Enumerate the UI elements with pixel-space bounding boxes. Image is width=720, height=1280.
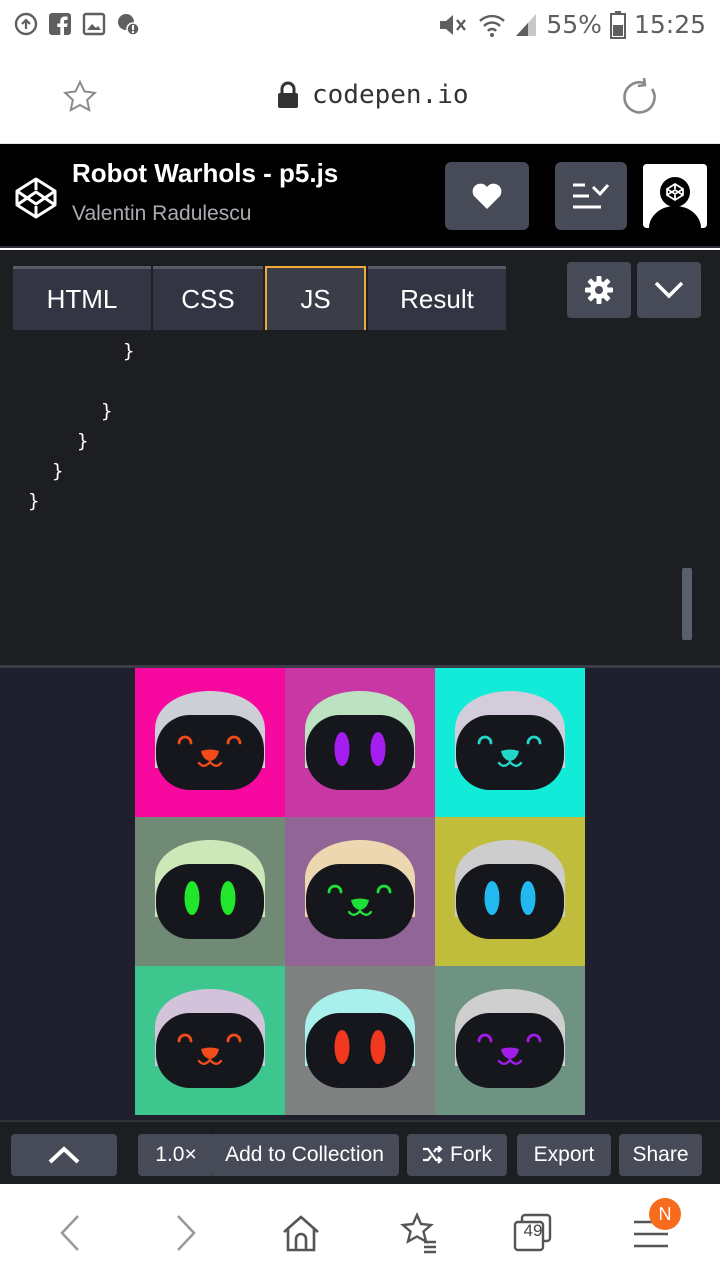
like-button[interactable]	[445, 162, 529, 230]
browser-url-bar: codepen.io	[0, 52, 720, 144]
share-button[interactable]: Share	[619, 1134, 702, 1176]
robot-face	[155, 840, 265, 939]
robot-face	[155, 691, 265, 790]
robot-cell	[435, 817, 585, 966]
status-icons-left	[14, 12, 140, 36]
alert-icon	[118, 14, 140, 36]
reload-icon[interactable]	[620, 77, 660, 117]
codepen-logo-icon[interactable]	[14, 176, 58, 220]
console-toggle-button[interactable]	[11, 1134, 117, 1176]
editor-tabs: HTML CSS JS Result	[0, 250, 720, 330]
robot-cell	[285, 817, 435, 966]
add-to-collection-button[interactable]: Add to Collection	[210, 1134, 399, 1176]
robot-cell	[435, 668, 585, 817]
tab-html[interactable]: HTML	[13, 266, 151, 330]
status-bar: 55% 15:25	[0, 0, 720, 52]
code-editor[interactable]: } } } } }	[0, 330, 720, 666]
robot-face	[155, 989, 265, 1088]
robot-cell	[135, 668, 285, 817]
editor-scrollbar[interactable]	[682, 568, 692, 640]
chevron-up-icon	[48, 1146, 80, 1164]
heart-icon	[472, 183, 502, 209]
robot-face	[455, 989, 565, 1088]
codepen-header: Robot Warhols - p5.js Valentin Radulescu	[0, 144, 720, 248]
layout-toggle-icon	[573, 183, 610, 209]
notification-badge: N	[649, 1198, 681, 1230]
robot-grid	[135, 668, 585, 1115]
battery-icon	[609, 10, 626, 39]
robot-face	[305, 840, 415, 939]
bookmarks-icon[interactable]	[398, 1212, 440, 1254]
robot-face	[455, 691, 565, 790]
zoom-button[interactable]: 1.0×	[138, 1134, 214, 1176]
home-icon[interactable]	[280, 1212, 322, 1254]
tab-result[interactable]: Result	[368, 266, 506, 330]
back-icon[interactable]	[50, 1212, 92, 1254]
battery-percent: 55%	[546, 10, 602, 39]
result-pane	[0, 668, 720, 1120]
export-button[interactable]: Export	[517, 1134, 611, 1176]
code-line: }	[77, 430, 89, 452]
editor-collapse-button[interactable]	[637, 262, 701, 318]
pen-toolbar: 1.0× Add to Collection Fork Export Share	[0, 1120, 720, 1184]
fork-button[interactable]: Fork	[407, 1134, 507, 1176]
robot-cell	[135, 817, 285, 966]
clock: 15:25	[633, 10, 706, 39]
status-icons-right: 55% 15:25	[436, 10, 706, 39]
avatar-icon	[643, 164, 707, 228]
browser-nav-bar: 49	[0, 1184, 720, 1280]
forward-icon[interactable]	[164, 1212, 206, 1254]
data-saver-icon	[14, 12, 38, 36]
fork-label: Fork	[450, 1143, 492, 1166]
pen-title: Robot Warhols - p5.js	[72, 158, 339, 188]
fork-icon	[423, 1146, 443, 1164]
pen-author[interactable]: Valentin Radulescu	[72, 202, 251, 226]
robot-cell	[135, 966, 285, 1115]
wifi-icon	[479, 14, 506, 37]
code-line: }	[123, 340, 135, 362]
mute-icon	[440, 14, 467, 35]
url-text: codepen.io	[312, 80, 469, 110]
facebook-icon	[49, 13, 71, 35]
change-view-button[interactable]	[555, 162, 627, 230]
code-line: }	[28, 490, 40, 512]
url-display[interactable]: codepen.io	[276, 80, 469, 110]
bookmark-star-icon[interactable]	[62, 79, 98, 115]
robot-cell	[285, 668, 435, 817]
gallery-icon	[82, 12, 106, 36]
code-line: }	[52, 460, 64, 482]
chevron-down-icon	[654, 281, 684, 299]
robot-face	[305, 989, 415, 1088]
gear-icon	[585, 276, 613, 304]
robot-face	[455, 840, 565, 939]
robot-cell	[285, 966, 435, 1115]
editor-settings-button[interactable]	[567, 262, 631, 318]
tab-count: 49	[523, 1221, 543, 1240]
lock-icon	[278, 81, 298, 108]
tab-js[interactable]: JS	[265, 266, 366, 330]
code-line: }	[101, 400, 113, 422]
user-avatar[interactable]	[643, 164, 707, 228]
robot-cell	[435, 966, 585, 1115]
tab-css[interactable]: CSS	[153, 266, 263, 330]
robot-face	[305, 691, 415, 790]
signal-icon	[516, 13, 537, 36]
